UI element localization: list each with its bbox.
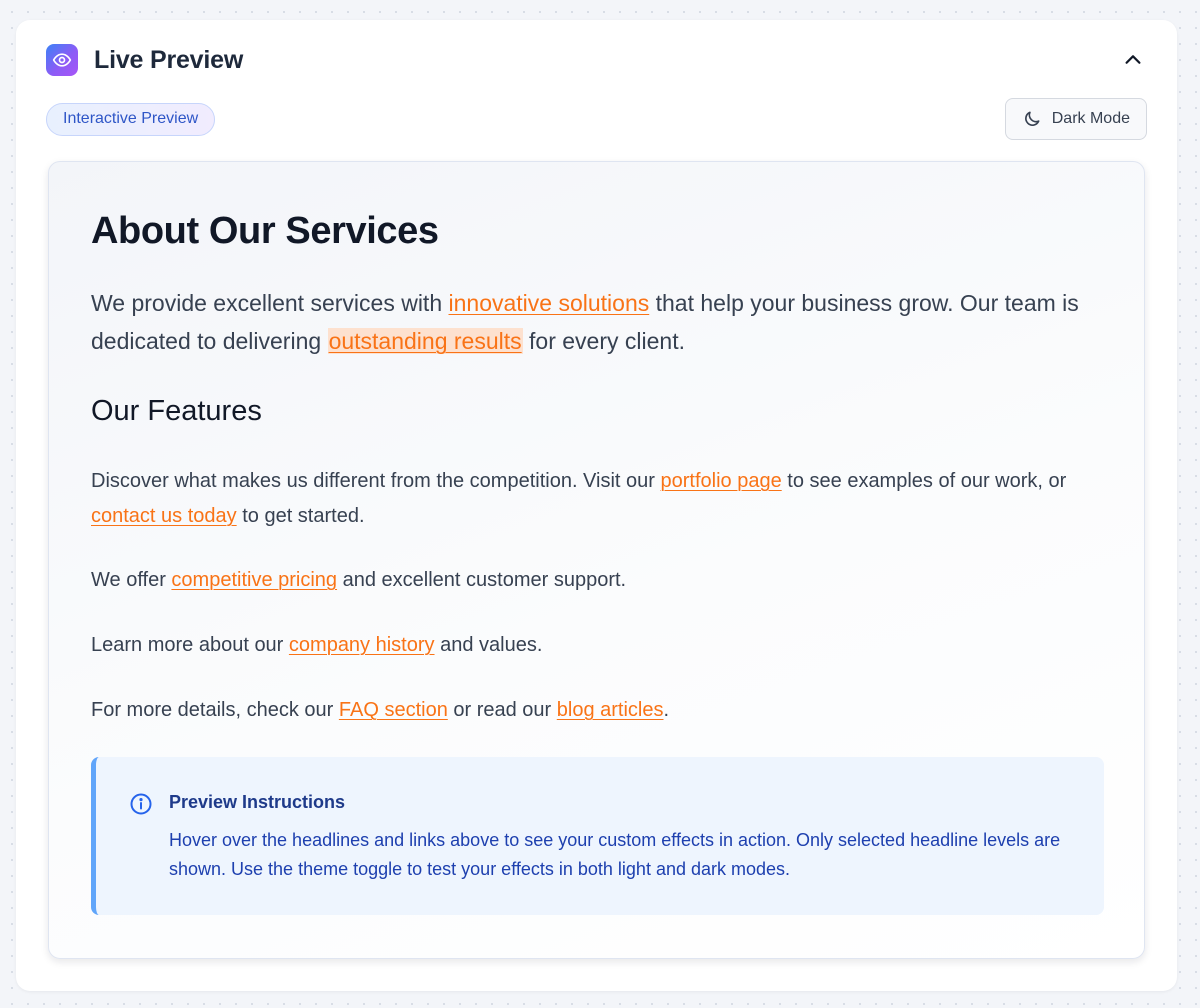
paragraph-text: and excellent customer support. <box>337 569 627 591</box>
paragraph-text: . <box>663 699 670 721</box>
eye-icon <box>46 44 78 76</box>
blog-articles-link[interactable]: blog articles <box>557 699 664 721</box>
instructions-title: Preview Instructions <box>169 792 346 812</box>
panel-title: Live Preview <box>94 45 244 74</box>
paragraph-text: We provide excellent services with <box>91 290 449 316</box>
paragraph-text: to see examples of our work, or <box>781 470 1067 492</box>
outstanding-results-link[interactable]: outstanding results <box>327 328 523 354</box>
chevron-up-icon <box>1125 55 1141 64</box>
portfolio-page-link[interactable]: portfolio page <box>661 470 782 492</box>
paragraph-text: to get started. <box>236 505 365 527</box>
collapse-button[interactable] <box>1119 46 1147 74</box>
panel-header: Live Preview <box>46 44 1147 76</box>
paragraph-text: or read our <box>447 699 557 721</box>
faq-section-link[interactable]: FAQ section <box>339 699 448 721</box>
preview-toolbar: Interactive Preview Dark Mode <box>46 98 1147 140</box>
interactive-preview-badge: Interactive Preview <box>46 102 216 136</box>
live-preview-panel: Live Preview Interactive Preview Dark Mo… <box>16 20 1177 991</box>
preview-instructions-box: Preview Instructions Hover over the head… <box>91 757 1104 915</box>
preview-subheadline[interactable]: Our Features <box>91 395 262 428</box>
info-icon <box>130 793 152 815</box>
moon-icon <box>1024 111 1040 126</box>
competitive-pricing-link[interactable]: competitive pricing <box>171 569 337 591</box>
preview-headline[interactable]: About Our Services <box>91 210 439 253</box>
paragraph-text: For more details, check our <box>91 699 339 721</box>
details-paragraph: For more details, check our FAQ section … <box>91 693 1104 728</box>
history-paragraph: Learn more about our company history and… <box>91 628 1104 663</box>
paragraph-text: and values. <box>434 634 543 656</box>
pricing-paragraph: We offer competitive pricing and excelle… <box>91 563 1104 598</box>
dark-mode-toggle-button[interactable]: Dark Mode <box>1004 98 1147 140</box>
dark-mode-label: Dark Mode <box>1051 110 1130 127</box>
innovative-solutions-link[interactable]: innovative solutions <box>449 290 650 316</box>
paragraph-text: We offer <box>91 569 172 591</box>
preview-card: About Our Services We provide excellent … <box>48 161 1145 959</box>
paragraph-text: Discover what makes us different from th… <box>91 470 661 492</box>
features-paragraph: Discover what makes us different from th… <box>91 464 1104 534</box>
company-history-link[interactable]: company history <box>289 634 435 656</box>
instructions-text: Hover over the headlines and links above… <box>169 830 1061 879</box>
paragraph-text: Learn more about our <box>91 634 289 656</box>
contact-us-today-link[interactable]: contact us today <box>91 505 237 527</box>
paragraph-text: for every client. <box>522 328 685 354</box>
intro-paragraph: We provide excellent services with innov… <box>91 284 1104 360</box>
